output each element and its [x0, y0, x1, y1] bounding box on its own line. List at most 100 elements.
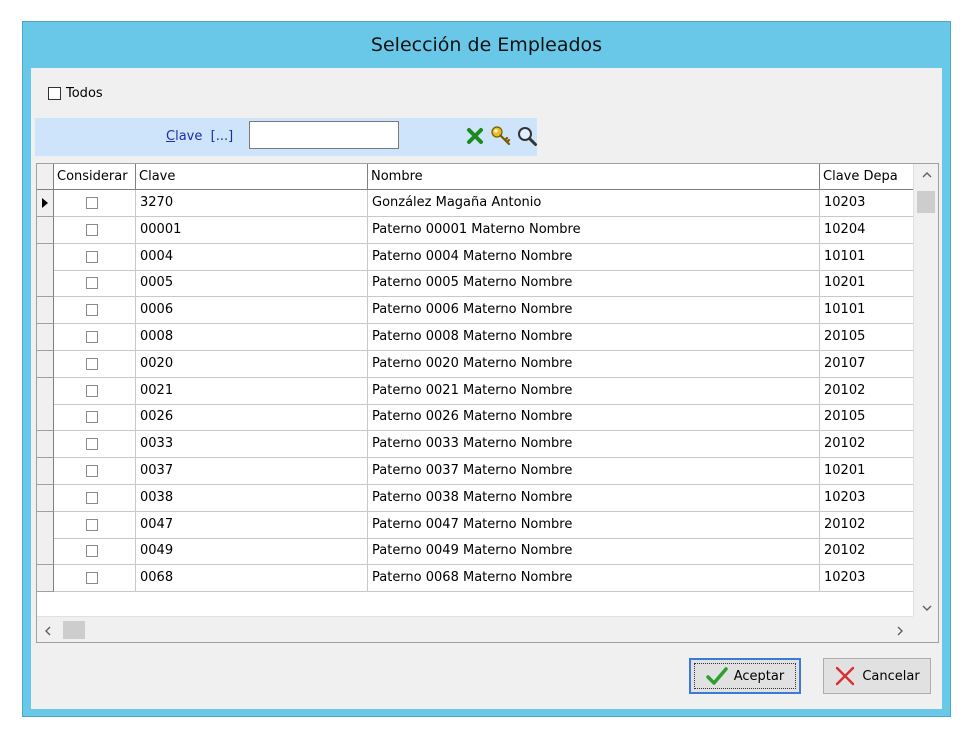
clave-cell[interactable]: 0047: [136, 511, 368, 539]
table-row[interactable]: 00001 Paterno 00001 Materno Nombre 10204: [37, 216, 914, 244]
accept-button[interactable]: Aceptar: [689, 658, 801, 694]
table-row[interactable]: 0068 Paterno 0068 Materno Nombre 10203: [37, 565, 914, 593]
column-header-nombre[interactable]: Nombre: [368, 164, 820, 190]
horizontal-scroll-thumb[interactable]: [63, 621, 85, 639]
row-indicator[interactable]: [37, 484, 54, 512]
clave-cell[interactable]: 3270: [136, 190, 368, 217]
cancel-button[interactable]: Cancelar: [823, 658, 931, 694]
clave-depa-cell[interactable]: 10203: [820, 565, 914, 593]
table-row[interactable]: 0008 Paterno 0008 Materno Nombre 20105: [37, 324, 914, 351]
clave-depa-cell[interactable]: 10203: [820, 190, 914, 217]
column-header-considerar[interactable]: Considerar: [54, 164, 136, 190]
considerar-checkbox[interactable]: [86, 277, 98, 290]
row-indicator[interactable]: [37, 458, 54, 485]
row-indicator[interactable]: [37, 243, 54, 271]
row-indicator[interactable]: [37, 431, 54, 459]
clave-depa-cell[interactable]: 10101: [820, 243, 914, 271]
table-row[interactable]: 0020 Paterno 0020 Materno Nombre 20107: [37, 350, 914, 378]
clave-depa-cell[interactable]: 20105: [820, 404, 914, 432]
clave-search-input[interactable]: [249, 121, 399, 149]
clave-cell[interactable]: 0008: [136, 324, 368, 351]
clave-depa-cell[interactable]: 20102: [820, 511, 914, 539]
table-row[interactable]: 0006 Paterno 0006 Materno Nombre 10101: [37, 297, 914, 325]
clave-depa-cell[interactable]: 20102: [820, 431, 914, 459]
considerar-checkbox[interactable]: [86, 518, 98, 531]
considerar-checkbox[interactable]: [86, 384, 98, 397]
magnifier-icon[interactable]: [515, 124, 539, 148]
table-row[interactable]: 0005 Paterno 0005 Materno Nombre 10201: [37, 270, 914, 298]
scroll-right-icon[interactable]: [896, 625, 904, 639]
table-row[interactable]: 0026 Paterno 0026 Materno Nombre 20105: [37, 404, 914, 432]
nombre-cell[interactable]: Paterno 0005 Materno Nombre: [368, 270, 820, 298]
considerar-checkbox[interactable]: [86, 331, 98, 343]
row-indicator[interactable]: [37, 350, 54, 378]
clave-cell[interactable]: 0004: [136, 243, 368, 271]
clave-depa-cell[interactable]: 20102: [820, 538, 914, 566]
considerar-checkbox[interactable]: [86, 572, 98, 585]
table-row[interactable]: 3270 González Magaña Antonio 10203: [37, 190, 914, 217]
nombre-cell[interactable]: Paterno 0038 Materno Nombre: [368, 484, 820, 512]
row-indicator[interactable]: [37, 270, 54, 298]
todos-checkbox-box[interactable]: [48, 87, 61, 100]
scroll-left-icon[interactable]: [44, 625, 52, 639]
row-indicator[interactable]: [37, 538, 54, 566]
clave-depa-cell[interactable]: 10204: [820, 216, 914, 244]
nombre-cell[interactable]: Paterno 0033 Materno Nombre: [368, 431, 820, 459]
nombre-cell[interactable]: Paterno 0020 Materno Nombre: [368, 350, 820, 378]
considerar-checkbox[interactable]: [86, 197, 98, 209]
table-row[interactable]: 0033 Paterno 0033 Materno Nombre 20102: [37, 431, 914, 459]
table-row[interactable]: 0021 Paterno 0021 Materno Nombre 20102: [37, 377, 914, 405]
considerar-checkbox[interactable]: [86, 491, 98, 504]
considerar-checkbox[interactable]: [86, 438, 98, 451]
considerar-checkbox[interactable]: [86, 223, 98, 236]
table-row[interactable]: 0037 Paterno 0037 Materno Nombre 10201: [37, 458, 914, 485]
nombre-cell[interactable]: Paterno 00001 Materno Nombre: [368, 216, 820, 244]
horizontal-scrollbar[interactable]: [37, 616, 914, 642]
scroll-down-icon[interactable]: [922, 601, 932, 615]
row-indicator[interactable]: [37, 216, 54, 244]
clave-depa-cell[interactable]: 10201: [820, 458, 914, 485]
title-bar[interactable]: Selección de Empleados: [23, 22, 950, 68]
vertical-scroll-thumb[interactable]: [917, 191, 935, 213]
clave-depa-cell[interactable]: 10203: [820, 484, 914, 512]
row-indicator[interactable]: [37, 511, 54, 539]
clave-cell[interactable]: 0021: [136, 377, 368, 405]
clave-cell[interactable]: 00001: [136, 216, 368, 244]
nombre-cell[interactable]: Paterno 0037 Materno Nombre: [368, 458, 820, 485]
column-header-clave[interactable]: Clave: [136, 164, 368, 190]
row-indicator[interactable]: [37, 324, 54, 351]
considerar-checkbox[interactable]: [86, 545, 98, 558]
clave-cell[interactable]: 0026: [136, 404, 368, 432]
considerar-checkbox[interactable]: [86, 357, 98, 370]
nombre-cell[interactable]: Paterno 0047 Materno Nombre: [368, 511, 820, 539]
clave-depa-cell[interactable]: 10101: [820, 297, 914, 325]
considerar-checkbox[interactable]: [86, 304, 98, 317]
clave-cell[interactable]: 0005: [136, 270, 368, 298]
clave-cell[interactable]: 0033: [136, 431, 368, 459]
nombre-cell[interactable]: Paterno 0049 Materno Nombre: [368, 538, 820, 566]
nombre-cell[interactable]: Paterno 0004 Materno Nombre: [368, 243, 820, 271]
clave-depa-cell[interactable]: 20107: [820, 350, 914, 378]
table-row[interactable]: 0047 Paterno 0047 Materno Nombre 20102: [37, 511, 914, 539]
scroll-up-icon[interactable]: [922, 168, 932, 182]
nombre-cell[interactable]: González Magaña Antonio: [368, 190, 820, 217]
table-row[interactable]: 0004 Paterno 0004 Materno Nombre 10101: [37, 243, 914, 271]
clave-cell[interactable]: 0049: [136, 538, 368, 566]
considerar-checkbox[interactable]: [86, 250, 98, 263]
clave-depa-cell[interactable]: 20105: [820, 324, 914, 351]
row-indicator[interactable]: [37, 190, 54, 217]
nombre-cell[interactable]: Paterno 0068 Materno Nombre: [368, 565, 820, 593]
row-indicator[interactable]: [37, 404, 54, 432]
column-header-clave-depa[interactable]: Clave Depa: [820, 164, 914, 190]
clave-cell[interactable]: 0068: [136, 565, 368, 593]
clave-cell[interactable]: 0037: [136, 458, 368, 485]
considerar-checkbox[interactable]: [86, 411, 98, 424]
row-indicator[interactable]: [37, 297, 54, 325]
clave-cell[interactable]: 0006: [136, 297, 368, 325]
table-row[interactable]: 0038 Paterno 0038 Materno Nombre 10203: [37, 484, 914, 512]
vertical-scrollbar[interactable]: [913, 164, 938, 617]
key-icon[interactable]: [489, 124, 513, 148]
nombre-cell[interactable]: Paterno 0008 Materno Nombre: [368, 324, 820, 351]
clave-cell[interactable]: 0038: [136, 484, 368, 512]
clave-cell[interactable]: 0020: [136, 350, 368, 378]
